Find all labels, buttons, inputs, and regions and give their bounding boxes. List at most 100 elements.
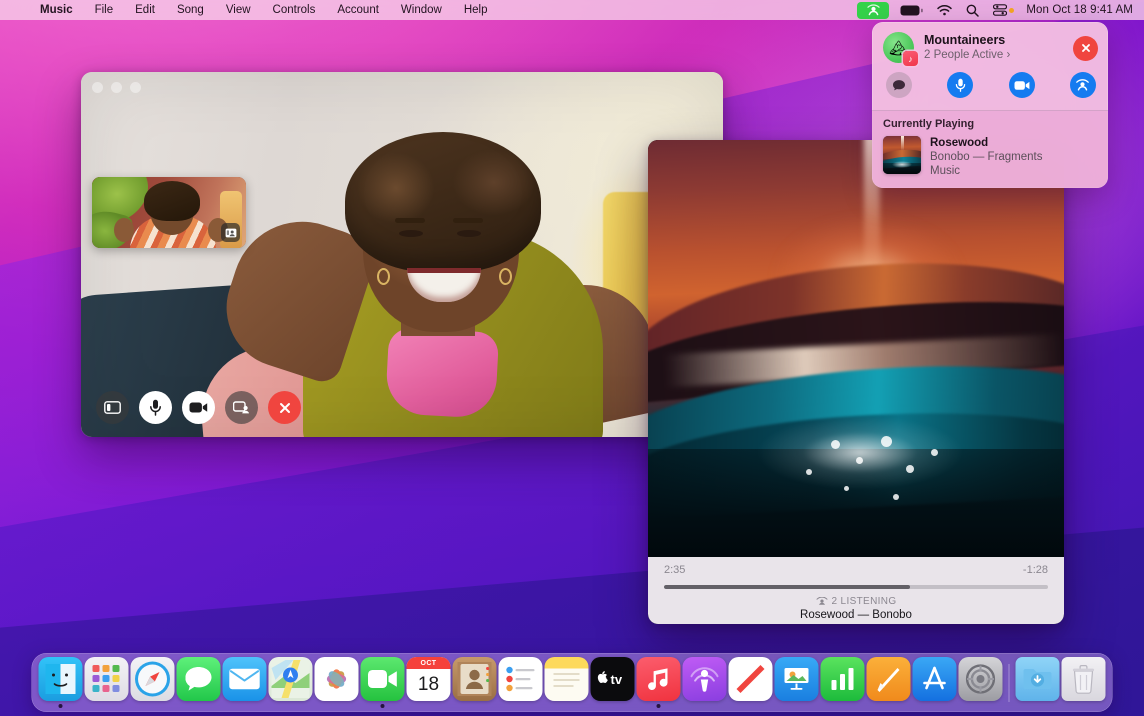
close-x-icon[interactable] bbox=[268, 391, 301, 424]
dock-separator bbox=[1009, 664, 1010, 702]
group-name: Mountaineers bbox=[924, 33, 1073, 48]
menu-item-controls[interactable]: Controls bbox=[262, 0, 327, 20]
popover-title-group: Mountaineers 2 People Active › bbox=[924, 33, 1073, 63]
dock-item-calendar[interactable]: OCT18 bbox=[406, 653, 452, 712]
message-bubble-icon[interactable] bbox=[886, 72, 912, 98]
video-camera-icon[interactable] bbox=[1009, 72, 1035, 98]
app-store-icon bbox=[913, 657, 957, 701]
dock-item-tv[interactable]: tv bbox=[590, 653, 636, 712]
facetime-video-feed bbox=[81, 72, 723, 437]
shareplay-popover[interactable]: 🏔 ♪ Mountaineers 2 People Active › bbox=[872, 22, 1108, 188]
dock-item-trash[interactable] bbox=[1061, 653, 1107, 712]
microphone-icon[interactable] bbox=[139, 391, 172, 424]
remaining-time: -1:28 bbox=[1023, 564, 1048, 576]
playback-progress-fill bbox=[664, 585, 910, 589]
sidebar-icon[interactable] bbox=[96, 391, 129, 424]
dock-item-downloads[interactable] bbox=[1015, 653, 1061, 712]
person-rect-icon[interactable] bbox=[221, 223, 240, 242]
launchpad-icon bbox=[85, 657, 129, 701]
menu-item-view[interactable]: View bbox=[215, 0, 262, 20]
shareplay-active-icon[interactable] bbox=[857, 2, 889, 19]
player-time-row: 2:35 -1:28 bbox=[664, 564, 1048, 576]
music-shareplay-window[interactable]: 2:35 -1:28 2 LISTENING Rosewood — Bonobo bbox=[648, 140, 1064, 624]
microphone-icon[interactable] bbox=[947, 72, 973, 98]
apple-tv-icon: tv bbox=[591, 657, 635, 701]
artwork-bubble bbox=[856, 457, 863, 464]
menu-item-file[interactable]: File bbox=[84, 0, 125, 20]
now-playing-row[interactable]: Rosewood Bonobo — Fragments Music bbox=[883, 136, 1097, 178]
dock-item-app-store[interactable] bbox=[912, 653, 958, 712]
dock-running-indicator bbox=[381, 704, 385, 708]
dock-item-contacts[interactable] bbox=[452, 653, 498, 712]
dock-item-messages[interactable] bbox=[176, 653, 222, 712]
thumb-foam bbox=[892, 161, 912, 169]
reminders-icon bbox=[499, 657, 543, 701]
now-playing-title: Rosewood — Bonobo bbox=[648, 609, 1064, 621]
dock-item-mail[interactable] bbox=[222, 653, 268, 712]
currently-playing-section: Currently Playing Rosewood Bonobo — Frag… bbox=[872, 111, 1108, 189]
menu-item-music[interactable]: Music bbox=[29, 0, 84, 20]
share-screen-icon[interactable] bbox=[225, 391, 258, 424]
dock-item-maps[interactable] bbox=[268, 653, 314, 712]
participants-link[interactable]: 2 People Active › bbox=[924, 48, 1073, 63]
search-icon[interactable] bbox=[959, 0, 986, 20]
elapsed-time: 2:35 bbox=[664, 564, 685, 576]
section-title: Currently Playing bbox=[883, 118, 1097, 130]
menu-item-edit[interactable]: Edit bbox=[124, 0, 166, 20]
dock-item-launchpad[interactable] bbox=[84, 653, 130, 712]
dock-running-indicator bbox=[657, 704, 661, 708]
trash-icon bbox=[1062, 657, 1106, 701]
artwork-bubble bbox=[844, 486, 849, 491]
track-metadata: Rosewood Bonobo — Fragments Music bbox=[930, 136, 1043, 178]
menu-item-window[interactable]: Window bbox=[390, 0, 453, 20]
album-artwork-large bbox=[648, 140, 1064, 557]
listening-status: 2 LISTENING bbox=[648, 596, 1064, 607]
control-center-icon[interactable] bbox=[986, 0, 1021, 20]
dock-item-pages[interactable] bbox=[866, 653, 912, 712]
photos-icon bbox=[315, 657, 359, 701]
calendar-day-label: 18 bbox=[407, 669, 451, 701]
menu-bar-status-area: Mon Oct 18 9:41 AM bbox=[857, 0, 1144, 20]
dock-item-music[interactable] bbox=[636, 653, 682, 712]
video-camera-icon[interactable] bbox=[182, 391, 215, 424]
shareplay-icon[interactable] bbox=[1070, 72, 1096, 98]
svg-text:tv: tv bbox=[611, 672, 623, 687]
dock-item-system-preferences[interactable] bbox=[958, 653, 1004, 712]
dock-item-finder[interactable] bbox=[38, 653, 84, 712]
popover-top-section: 🏔 ♪ Mountaineers 2 People Active › bbox=[872, 22, 1108, 110]
video-vignette bbox=[81, 72, 723, 437]
album-artwork-thumbnail bbox=[883, 136, 921, 174]
menu-item-song[interactable]: Song bbox=[166, 0, 215, 20]
close-x-icon[interactable] bbox=[1073, 36, 1098, 61]
dock-item-facetime[interactable] bbox=[360, 653, 406, 712]
menu-bar-left: Music File Edit Song View Controls Accou… bbox=[0, 0, 498, 20]
menu-bar-clock[interactable]: Mon Oct 18 9:41 AM bbox=[1021, 0, 1137, 20]
menu-item-help[interactable]: Help bbox=[453, 0, 499, 20]
dock-item-numbers[interactable] bbox=[820, 653, 866, 712]
facetime-window[interactable] bbox=[81, 72, 723, 437]
playback-scrubber[interactable] bbox=[664, 585, 1048, 589]
dock-item-notes[interactable] bbox=[544, 653, 590, 712]
music-note-icon: ♪ bbox=[903, 51, 918, 66]
menu-item-account[interactable]: Account bbox=[326, 0, 390, 20]
artwork-bubble bbox=[931, 449, 938, 456]
downloads-folder-icon bbox=[1016, 657, 1060, 701]
battery-icon[interactable] bbox=[893, 0, 930, 20]
minimize-button[interactable] bbox=[111, 82, 122, 93]
wifi-icon[interactable] bbox=[930, 0, 959, 20]
dock-item-podcasts[interactable] bbox=[682, 653, 728, 712]
mic-in-use-indicator bbox=[1009, 8, 1014, 13]
listening-count-label: 2 LISTENING bbox=[832, 596, 897, 607]
pip-person-hair bbox=[144, 181, 200, 221]
dock-item-photos[interactable] bbox=[314, 653, 360, 712]
close-button[interactable] bbox=[92, 82, 103, 93]
dock-item-news[interactable] bbox=[728, 653, 774, 712]
dock-item-reminders[interactable] bbox=[498, 653, 544, 712]
dock-item-safari[interactable] bbox=[130, 653, 176, 712]
popover-action-row bbox=[872, 63, 1108, 98]
dock-item-keynote[interactable] bbox=[774, 653, 820, 712]
track-artist-album: Bonobo — Fragments bbox=[930, 150, 1043, 164]
picture-in-picture-self-view[interactable] bbox=[92, 177, 246, 248]
zoom-button[interactable] bbox=[130, 82, 141, 93]
menu-bar: Music File Edit Song View Controls Accou… bbox=[0, 0, 1144, 20]
